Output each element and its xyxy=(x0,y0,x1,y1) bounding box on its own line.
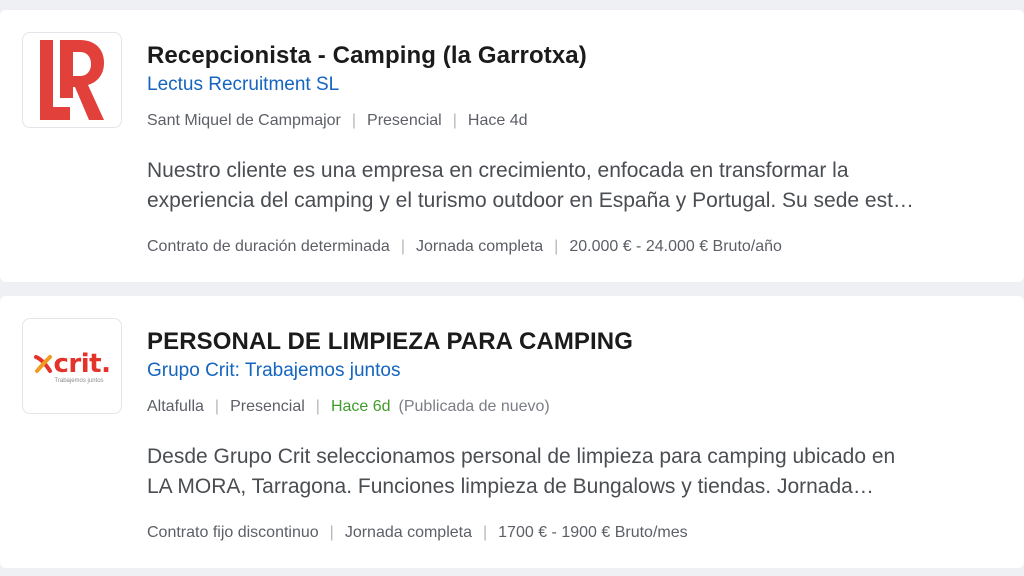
job-conditions: Contrato fijo discontinuo | Jornada comp… xyxy=(147,524,688,542)
job-modality: Presencial xyxy=(367,112,442,129)
separator: | xyxy=(214,398,220,415)
salary-range: 20.000 € - 24.000 € Bruto/año xyxy=(569,238,782,255)
description-line: Nuestro cliente es una empresa en crecim… xyxy=(147,159,849,182)
job-modality: Presencial xyxy=(230,398,305,415)
separator: | xyxy=(452,112,457,129)
separator: | xyxy=(400,238,405,255)
republished-note: (Publicada de nuevo) xyxy=(398,398,550,415)
job-card[interactable]: crit. Trabajemos juntos PERSONAL DE LIMP… xyxy=(0,296,1024,568)
job-title[interactable]: Recepcionista - Camping (la Garrotxa) xyxy=(147,42,587,70)
description-line: LA MORA, Tarragona. Funciones limpieza d… xyxy=(147,475,874,498)
contract-type: Contrato fijo discontinuo xyxy=(147,524,319,541)
job-conditions: Contrato de duración determinada | Jorna… xyxy=(147,238,782,256)
crit-logo-text: crit. xyxy=(53,348,111,379)
job-description: Desde Grupo Crit seleccionamos personal … xyxy=(147,442,1017,502)
separator: | xyxy=(329,524,334,541)
work-schedule: Jornada completa xyxy=(344,524,472,541)
separator: | xyxy=(315,398,320,415)
company-link[interactable]: Lectus Recruitment SL xyxy=(147,74,339,96)
company-logo[interactable]: crit. Trabajemos juntos xyxy=(22,318,122,414)
crit-logo-icon: crit. xyxy=(33,348,111,379)
crit-x-icon xyxy=(33,354,52,373)
work-schedule: Jornada completa xyxy=(415,238,544,255)
crit-logo-tagline: Trabajemos juntos xyxy=(54,377,104,384)
job-location: Sant Miquel de Campmajor xyxy=(147,112,341,129)
contract-type: Contrato de duración determinada xyxy=(147,238,390,255)
lectus-logo-icon xyxy=(40,40,104,120)
job-card[interactable]: Recepcionista - Camping (la Garrotxa) Le… xyxy=(0,10,1024,282)
job-meta: Altafulla | Presencial | Hace 6d (Public… xyxy=(147,398,550,416)
salary-range: 1700 € - 1900 € Bruto/mes xyxy=(498,524,688,541)
description-line: Desde Grupo Crit seleccionamos personal … xyxy=(147,445,896,468)
company-logo[interactable] xyxy=(22,32,122,128)
company-link[interactable]: Grupo Crit: Trabajemos juntos xyxy=(147,360,400,382)
job-title[interactable]: PERSONAL DE LIMPIEZA PARA CAMPING xyxy=(147,328,633,356)
separator: | xyxy=(483,524,488,541)
job-posted-date: Hace 6d xyxy=(330,398,391,415)
separator: | xyxy=(351,112,357,129)
description-line: experiencia del camping y el turismo out… xyxy=(147,189,914,212)
job-posted-date: Hace 4d xyxy=(467,112,528,129)
job-description: Nuestro cliente es una empresa en crecim… xyxy=(147,156,1017,216)
job-meta: Sant Miquel de Campmajor | Presencial | … xyxy=(147,112,527,130)
separator: | xyxy=(554,238,559,255)
job-location: Altafulla xyxy=(147,398,204,415)
